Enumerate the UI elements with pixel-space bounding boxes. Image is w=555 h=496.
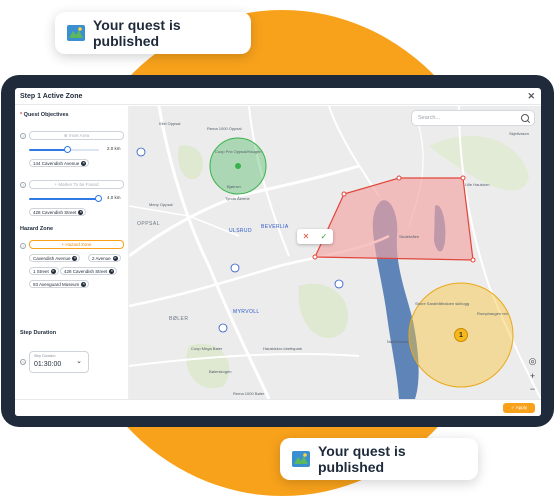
help-icon[interactable]: ? (20, 133, 26, 139)
map-label: BØLER (169, 316, 189, 322)
cluster-badge[interactable]: 1 (454, 328, 468, 342)
clock-icon: ◷ (20, 359, 26, 365)
close-icon[interactable]: ✕ (527, 91, 535, 102)
hazard-chip: 1 Street ✕ (29, 267, 59, 275)
radius-slider-2[interactable] (29, 195, 102, 202)
apply-button[interactable]: ✓ Apply (503, 403, 535, 413)
sidebar: * Quest Objectives ? ⊕ Inset Area 2.0 km… (15, 106, 129, 399)
map-label: Rema 1000 Bøler (233, 391, 265, 396)
map-base (129, 106, 541, 399)
map-label: Skjellvasvn (509, 131, 530, 136)
map-label: Bjørnvn (227, 184, 241, 189)
map-label: Coop Prix Oppsal/Haugen (215, 149, 262, 154)
map-label: Bølerskogen (209, 369, 232, 374)
map-label: Haraldskro idrettspark (263, 346, 303, 351)
polygon-confirm-toolbar: ✕ ✓ (297, 229, 333, 244)
map-label: Kilel Oppsal (159, 121, 181, 126)
add-marker-button[interactable]: + Marker To be Found (29, 180, 124, 189)
chevron-down-icon: ⌄ (76, 358, 82, 365)
map-label: Rumphaugen ren (477, 311, 508, 316)
duration-heading: Step Duration (20, 330, 57, 336)
hazard-chip: 93 Avenguard Museum ✕ (29, 280, 90, 288)
map-label: BEVERLIA (261, 224, 289, 230)
map-canvas[interactable]: Kilel Oppsal Rema 1000 Oppsal Coop Prix … (129, 106, 541, 399)
app-window: Step 1 Active Zone ✕ * Quest Objectives … (15, 88, 541, 416)
map-label: MYRVOLL (233, 309, 260, 315)
zoom-out-icon[interactable]: − (527, 383, 538, 394)
remove-chip-icon[interactable]: ✕ (78, 209, 84, 215)
map-label: Shore Sarabråthaloen skihogg (415, 301, 470, 306)
objectives-heading: * Quest Objectives (20, 112, 69, 118)
remove-chip-icon[interactable]: ✕ (50, 268, 56, 274)
hazard-chip: 2 Avenue ✕ (88, 254, 121, 262)
map-label: Nøkkelvann (387, 339, 409, 344)
map-icon (67, 25, 85, 41)
help-icon[interactable]: ? (20, 182, 26, 188)
radius-value-1: 2.0 km (107, 146, 121, 151)
remove-chip-icon[interactable]: ✕ (81, 281, 87, 287)
objective-chip: 428 Cavendish Street ✕ (29, 208, 87, 216)
map-label: OPPSAL (137, 221, 161, 227)
map-label: Skulekråen (399, 234, 420, 239)
hazard-chip: Cavendish Avenue ✕ (29, 254, 81, 262)
cancel-polygon-button[interactable]: ✕ (297, 229, 315, 244)
window-titlebar: Step 1 Active Zone ✕ (15, 88, 541, 105)
objective-chip: 144 Cavendish Avenue ✕ (29, 159, 90, 167)
footer-bar: ✓ Apply (15, 399, 541, 416)
map-icon (292, 451, 310, 467)
toast-text: Your quest is published (93, 17, 181, 49)
slider-knob[interactable] (64, 146, 71, 153)
map-label: Rema 1000 Oppsal (207, 126, 242, 131)
duration-value: 01:30:00 (34, 361, 62, 368)
hazard-heading: Hazard Zone (20, 226, 54, 232)
duration-select[interactable]: Step Duration 01:30:00 ⌄ (29, 351, 89, 373)
zoom-in-icon[interactable]: + (527, 370, 538, 381)
radius-value-2: 4.0 km (107, 195, 121, 200)
remove-chip-icon[interactable]: ✕ (81, 160, 87, 166)
remove-chip-icon[interactable]: ✕ (72, 255, 78, 261)
confirm-polygon-button[interactable]: ✓ (315, 229, 333, 244)
window-title: Step 1 Active Zone (20, 92, 83, 100)
map-label: Lille Hauktorn (465, 182, 490, 187)
map-label: Tynda Åkrene (225, 196, 250, 201)
map-search-input[interactable]: Search... (411, 110, 535, 126)
map-label: Coop Mega Bøler (191, 346, 223, 351)
published-toast: Your quest is published (280, 438, 478, 480)
hazard-chip: 428 Cavendish Street ✕ (60, 267, 118, 275)
remove-chip-icon[interactable]: ✕ (109, 268, 115, 274)
slider-knob[interactable] (95, 195, 102, 202)
help-icon[interactable]: ? (20, 243, 26, 249)
inset-area-button[interactable]: ⊕ Inset Area (29, 131, 124, 140)
published-toast: Your quest is published (55, 12, 251, 54)
remove-chip-icon[interactable]: ✕ (112, 255, 118, 261)
locate-icon[interactable]: ◎ (527, 356, 538, 367)
toast-text: Your quest is published (318, 443, 406, 475)
map-label: Meny Oppsal (149, 202, 173, 207)
radius-slider-1[interactable] (29, 146, 99, 153)
map-label: ULSRUD (229, 228, 252, 234)
add-hazard-button[interactable]: + Hazard Zone (29, 240, 124, 249)
search-icon[interactable] (521, 114, 529, 122)
